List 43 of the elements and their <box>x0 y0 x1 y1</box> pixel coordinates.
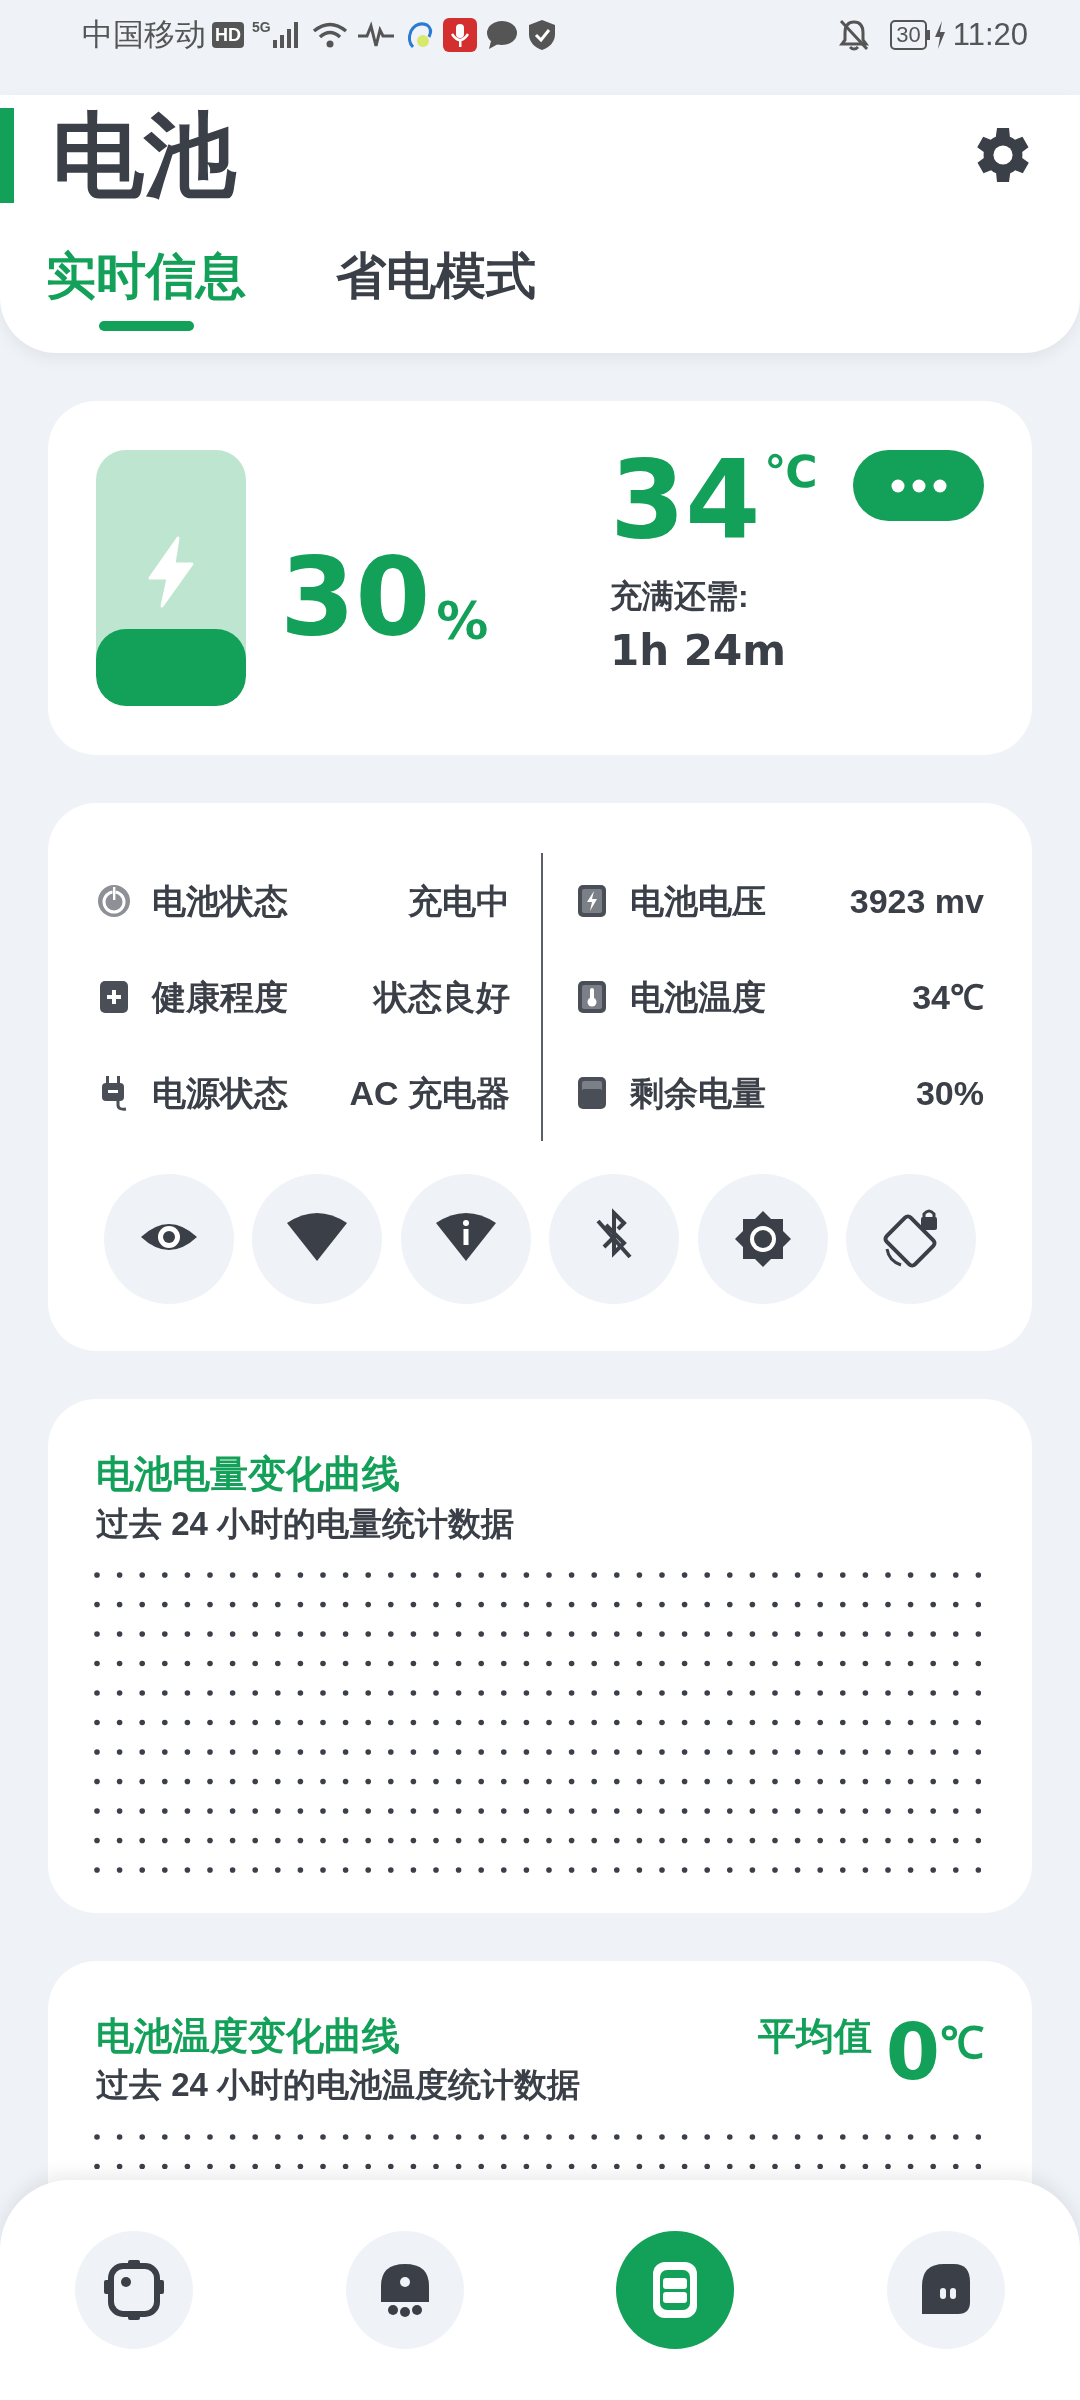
average-unit: ℃ <box>940 2020 984 2065</box>
info-value: 充电中 <box>408 880 510 922</box>
network-type: 5G <box>252 20 271 34</box>
tab[interactable]: 省电模式 <box>336 251 536 331</box>
info-label: 电池电压 <box>630 880 766 922</box>
chat-bubble-icon <box>484 19 519 51</box>
remaining-label: 充满还需: <box>610 580 750 612</box>
info-label: 电池温度 <box>630 976 766 1018</box>
chart-subtitle: 过去 24 小时的电量统计数据 <box>96 1503 515 1544</box>
carrier-name: 中国移动 <box>82 15 206 54</box>
chart-subtitle: 过去 24 小时的电池温度统计数据 <box>96 2065 581 2106</box>
info-label: 电源状态 <box>152 1072 288 1114</box>
average-label: 平均值 <box>757 2013 872 2059</box>
bell-off-icon <box>838 18 871 52</box>
info-label: 健康程度 <box>152 976 288 1018</box>
chart-title: 电池电量变化曲线 <box>96 1452 401 1497</box>
shield-icon <box>526 18 557 52</box>
info-value: 34℃ <box>912 976 984 1018</box>
info-label: 剩余电量 <box>630 1072 766 1114</box>
info-label: 电池状态 <box>152 880 288 922</box>
temperature-unit: ℃ <box>764 450 818 494</box>
chart-title: 电池温度变化曲线 <box>96 2013 401 2059</box>
average-value: 0 <box>885 2012 940 2091</box>
info-value: 状态良好 <box>374 976 510 1018</box>
lightning-icon <box>146 536 196 608</box>
battery-level: 30 <box>890 20 927 50</box>
robot-face-icon <box>102 2258 166 2322</box>
charging-bolt-icon <box>932 20 947 50</box>
info-value: 30% <box>915 1072 984 1114</box>
info-value: 3923 mv <box>849 880 984 922</box>
wifi-icon <box>310 20 349 50</box>
temperature-value: 34 <box>610 446 761 554</box>
clock-time: 11:20 <box>952 15 1028 54</box>
page-title: 电池 <box>52 109 236 201</box>
percent-unit: % <box>436 594 489 647</box>
battery-percent: 30 <box>280 542 431 651</box>
hd-badge: HD <box>212 22 244 48</box>
signal-icon <box>270 20 301 50</box>
info-value: AC 充电器 <box>349 1072 510 1114</box>
microphone-icon <box>442 18 477 52</box>
power-icon <box>96 883 132 919</box>
more-icon <box>890 478 947 493</box>
remaining-time: 1h 24m <box>610 630 787 672</box>
